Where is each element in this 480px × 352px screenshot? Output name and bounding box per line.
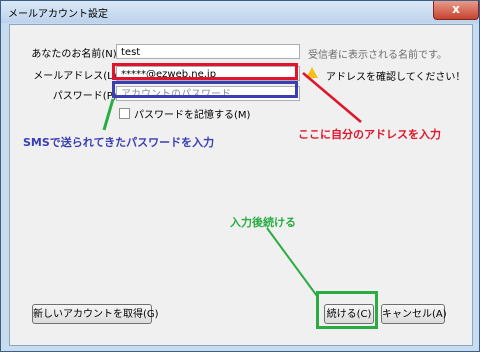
- address-note: ここに自分のアドレスを入力: [298, 128, 441, 141]
- annotation-arrows: [102, 72, 362, 297]
- email-pointer-line: [302, 72, 362, 123]
- continue-note: 入力後続ける: [230, 216, 296, 229]
- password-pointer-line: [102, 98, 115, 131]
- continue-pointer-line: [266, 227, 318, 297]
- sms-password-note: SMSで送られてきたパスワードを入力: [23, 136, 215, 149]
